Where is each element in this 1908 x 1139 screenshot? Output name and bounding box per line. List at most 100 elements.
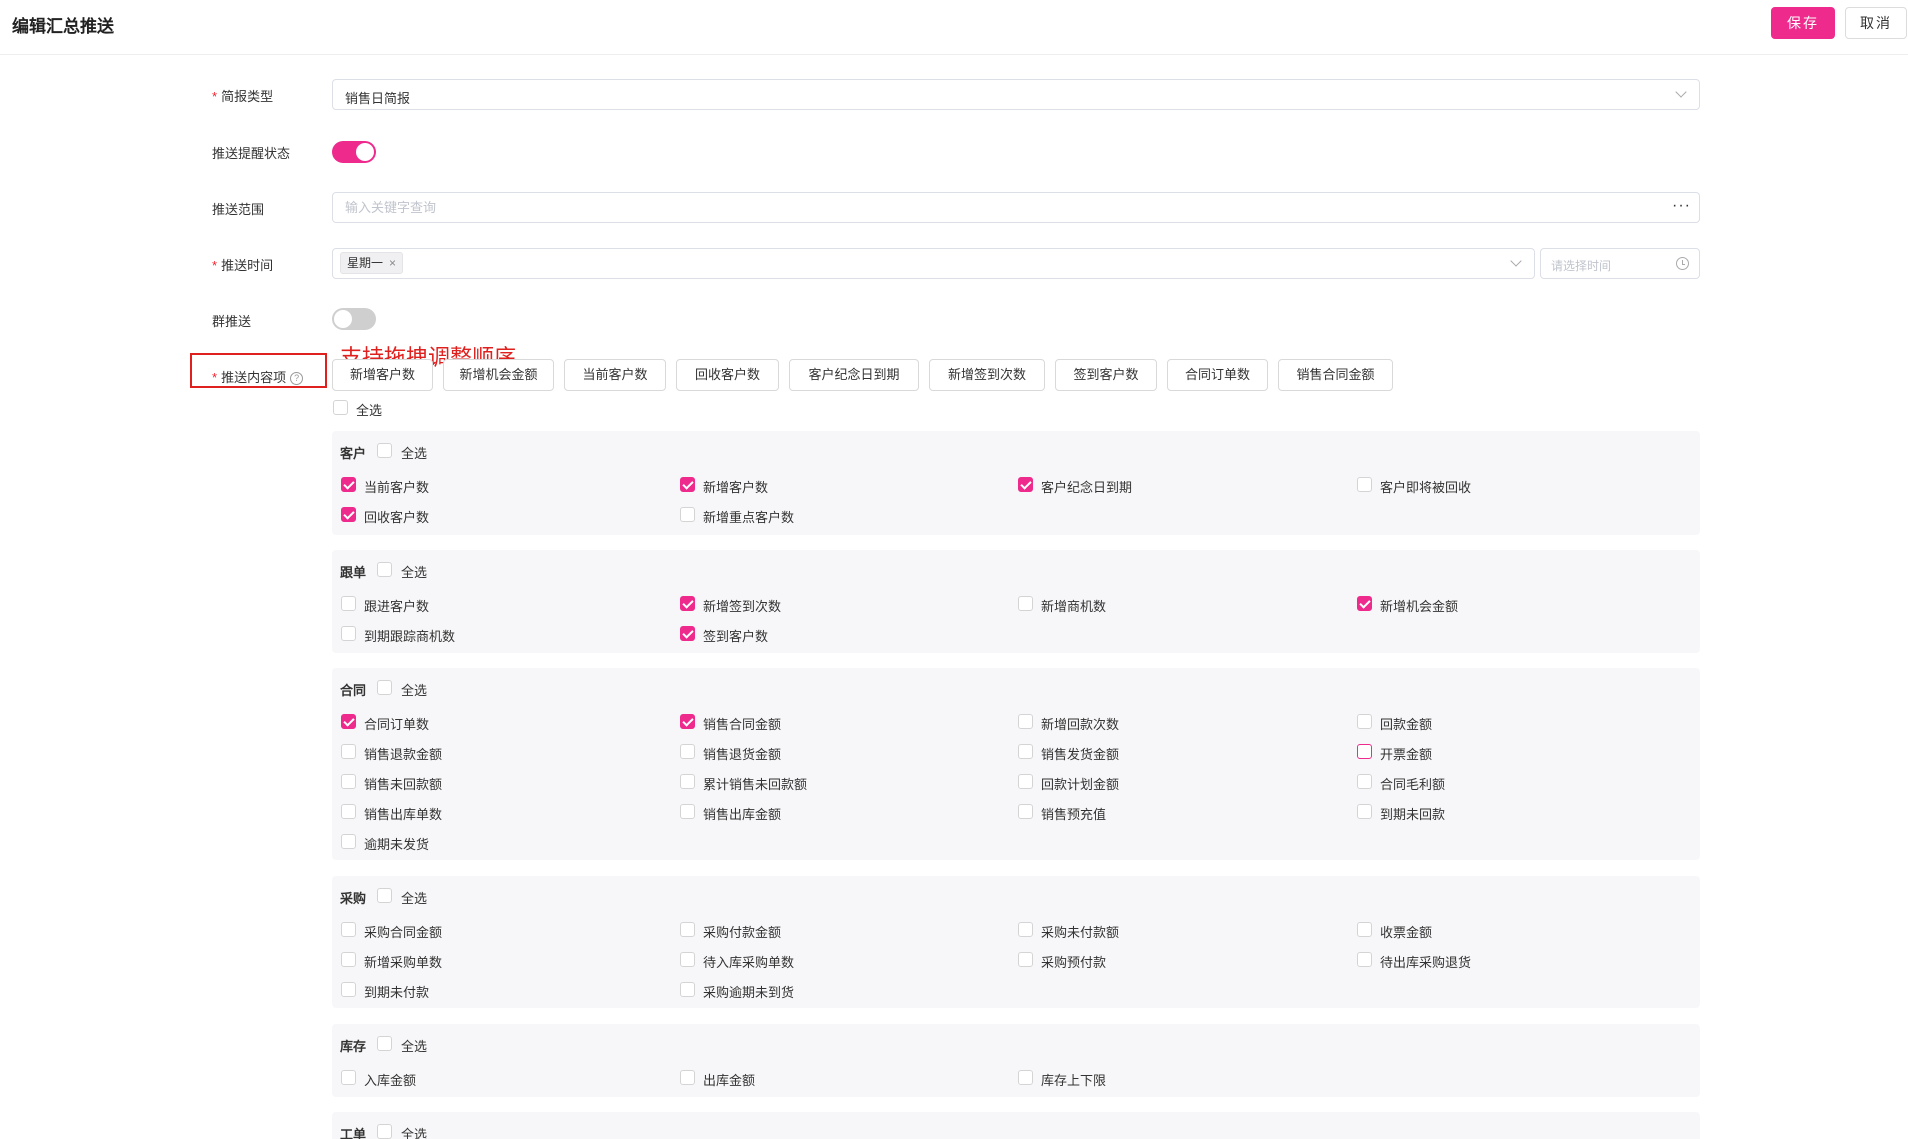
item-checkbox[interactable] [1018,714,1033,729]
content-chip[interactable]: 销售合同金额 [1278,359,1393,391]
item-checkbox[interactable] [1357,804,1372,819]
item-checkbox[interactable] [1018,744,1033,759]
item-checkbox[interactable] [680,952,695,967]
group-select-all-checkbox[interactable] [377,1036,392,1051]
group-select-all-label: 全选 [401,565,428,580]
item-checkbox[interactable] [1018,774,1033,789]
remind-status-toggle[interactable] [332,141,376,163]
item-checkbox[interactable] [1357,744,1372,759]
content-chip[interactable]: 新增机会金额 [443,359,554,391]
group-select-all-checkbox[interactable] [377,888,392,903]
push-time-label: * 推送时间 [212,258,274,273]
group-select-all-label: 全选 [401,683,428,698]
report-type-select[interactable]: 销售日简报 [332,79,1700,110]
item-checkbox[interactable] [341,744,356,759]
item-checkbox[interactable] [1018,922,1033,937]
item-label: 新增签到次数 [703,599,782,614]
item-checkbox[interactable] [680,744,695,759]
item-label: 到期跟踪商机数 [364,629,456,644]
push-scope-input[interactable] [332,192,1665,223]
group-select-all-checkbox[interactable] [377,680,392,695]
item-checkbox[interactable] [341,507,356,522]
content-group: 工单 全选 [332,1112,1700,1139]
content-chip[interactable]: 合同订单数 [1167,359,1268,391]
group-select-all-label: 全选 [401,446,428,461]
item-checkbox[interactable] [680,922,695,937]
item-checkbox[interactable] [1357,922,1372,937]
item-checkbox[interactable] [1018,596,1033,611]
item-checkbox[interactable] [1018,477,1033,492]
push-day-select[interactable] [332,248,1535,279]
item-label: 采购付款金额 [703,925,782,940]
item-checkbox[interactable] [341,922,356,937]
item-checkbox[interactable] [680,596,695,611]
item-label: 收票金额 [1380,925,1433,940]
more-options-button[interactable]: ··· [1664,192,1700,223]
item-checkbox[interactable] [1018,952,1033,967]
group-push-toggle[interactable] [332,308,376,330]
item-checkbox[interactable] [680,774,695,789]
item-checkbox[interactable] [341,804,356,819]
content-chip[interactable]: 回收客户数 [676,359,779,391]
content-chip[interactable]: 新增客户数 [332,359,433,391]
group-title: 客户 [340,446,367,461]
item-checkbox[interactable] [341,952,356,967]
item-checkbox[interactable] [680,507,695,522]
page-title: 编辑汇总推送 [12,17,114,36]
item-checkbox[interactable] [680,804,695,819]
item-label: 采购未付款额 [1041,925,1120,940]
item-checkbox[interactable] [680,626,695,641]
item-checkbox[interactable] [680,1070,695,1085]
item-checkbox[interactable] [1357,477,1372,492]
chevron-down-icon [1510,255,1522,267]
help-icon[interactable]: ? [290,372,304,386]
group-select-all-checkbox[interactable] [377,443,392,458]
push-scope-label: 推送范围 [212,202,265,217]
content-chip[interactable]: 签到客户数 [1055,359,1157,391]
item-label: 销售发货金额 [1041,747,1120,762]
content-items-label: * 推送内容项? [212,367,304,386]
item-checkbox[interactable] [341,1070,356,1085]
item-checkbox[interactable] [1357,714,1372,729]
cancel-button[interactable]: 取消 [1845,7,1907,39]
content-chip[interactable]: 新增签到次数 [929,359,1045,391]
item-checkbox[interactable] [1357,774,1372,789]
item-label: 新增商机数 [1041,599,1107,614]
item-checkbox[interactable] [341,982,356,997]
group-title: 跟单 [340,565,367,580]
content-chip[interactable]: 客户纪念日到期 [789,359,919,391]
time-picker[interactable]: 请选择时间 [1540,248,1700,279]
item-checkbox[interactable] [1357,596,1372,611]
item-label: 待出库采购退货 [1380,955,1472,970]
item-label: 回款计划金额 [1041,777,1120,792]
item-label: 新增重点客户数 [703,510,795,525]
item-checkbox[interactable] [341,834,356,849]
item-checkbox[interactable] [680,477,695,492]
item-checkbox[interactable] [341,596,356,611]
item-label: 新增机会金额 [1380,599,1459,614]
item-checkbox[interactable] [341,626,356,641]
item-label: 新增客户数 [703,480,769,495]
item-checkbox[interactable] [680,982,695,997]
page-header: 编辑汇总推送 保存 取消 [0,0,1908,55]
content-group: 跟单 全选 跟进客户数 新增签到次数 新增商机数 新增机会金额 到期跟踪商机数 签到客户数 [332,550,1700,653]
item-label: 销售出库单数 [364,807,443,822]
item-checkbox[interactable] [341,714,356,729]
group-select-all-checkbox[interactable] [377,1124,392,1139]
group-select-all-checkbox[interactable] [377,562,392,577]
item-checkbox[interactable] [1357,952,1372,967]
select-all-checkbox[interactable] [333,400,348,415]
content-chip[interactable]: 当前客户数 [564,359,666,391]
save-button[interactable]: 保存 [1771,7,1835,39]
item-label: 跟进客户数 [364,599,430,614]
item-checkbox[interactable] [1018,1070,1033,1085]
item-checkbox[interactable] [341,774,356,789]
item-label: 出库金额 [703,1073,756,1088]
item-checkbox[interactable] [680,714,695,729]
tag-close-icon[interactable]: × [389,256,396,270]
item-label: 客户即将被回收 [1380,480,1472,495]
day-tag-label: 星期一 [347,256,384,270]
item-checkbox[interactable] [1018,804,1033,819]
item-checkbox[interactable] [341,477,356,492]
item-label: 合同订单数 [364,717,430,732]
